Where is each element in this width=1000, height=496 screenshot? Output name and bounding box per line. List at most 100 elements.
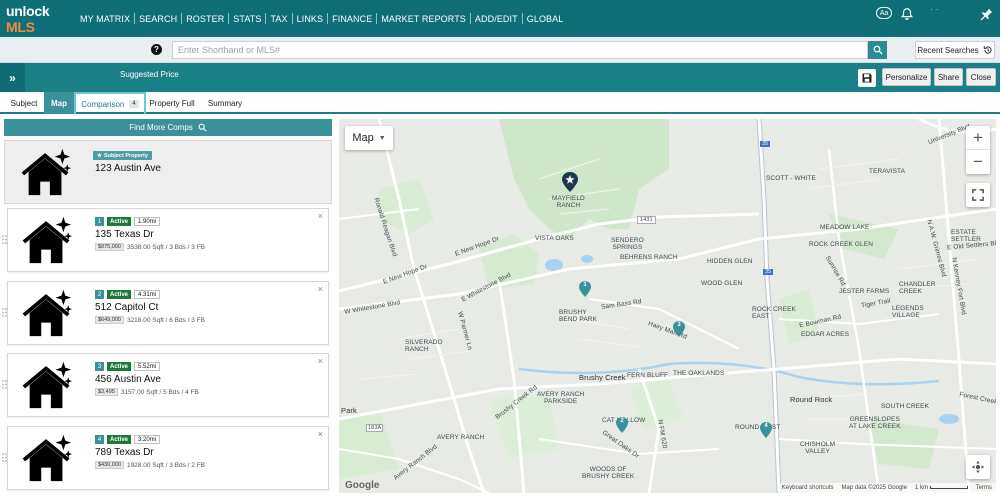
comp-card[interactable]: 2 Active 4.31mi 512 Capitol Ct $649,000 3218.… — [2, 281, 329, 345]
bell-icon[interactable] — [900, 7, 914, 21]
sparkling-house-icon — [21, 359, 74, 411]
nav-item[interactable]: FINANCE — [328, 14, 376, 24]
nav-item[interactable]: MY MATRIX — [76, 14, 134, 24]
status-badge: Active — [107, 217, 132, 226]
drag-handle-icon[interactable] — [2, 235, 7, 244]
page-title: Suggested Price — [120, 70, 179, 79]
drag-handle-icon[interactable] — [2, 453, 7, 462]
price-badge: $3,495 — [95, 388, 118, 396]
map-label-meadow-lake: MEADOW LAKE — [820, 224, 870, 231]
sparkling-house-icon — [21, 287, 74, 339]
comp-details: $875,000 3538.00 Sqft / 3 Bds / 3 FB — [95, 243, 205, 251]
remove-comp-button[interactable]: × — [318, 284, 323, 294]
search-button[interactable] — [868, 41, 887, 59]
comp-map-marker[interactable]: 3 — [673, 321, 685, 337]
map-label-the-oaklands: THE OAKLANDS — [673, 370, 725, 377]
comp-specs: 3157.00 Sqft / 5 Bds / 4 FB — [120, 388, 199, 396]
comp-card[interactable]: 1 Active 1.90mi 135 Texas Dr $875,000 3538.00… — [2, 208, 329, 272]
price-badge: $875,000 — [95, 243, 124, 251]
map-label-brushy-bend-park: BRUSHY BEND PARK — [559, 309, 597, 323]
text-size-button[interactable]: Aa — [876, 7, 892, 19]
comp-specs: 1928.00 Sqft / 3 Bds / 2 FB — [126, 461, 206, 469]
comp-address: 512 Capitol Ct — [95, 302, 159, 313]
nav-item[interactable]: MARKET REPORTS — [377, 14, 470, 24]
tab-subject[interactable]: Subject — [4, 92, 44, 114]
map-label-south-creek: SOUTH CREEK — [881, 403, 930, 410]
comp-card[interactable]: 4 Active 3.20mi 789 Texas Dr $430,000 1928.00… — [2, 426, 329, 490]
distance-badge: 4.31mi — [134, 290, 161, 299]
price-badge: $649,000 — [95, 316, 124, 324]
map-view[interactable]: University Blvd SCOTT - WHITE TERAVISTA … — [339, 119, 996, 493]
logo-text-unlock: unlock — [6, 2, 50, 19]
remove-comp-button[interactable]: × — [318, 429, 323, 439]
comp-specs: 3538.00 Sqft / 3 Bds / 3 FB — [126, 243, 206, 251]
sparkling-house-icon — [21, 432, 74, 484]
tab-summary[interactable]: Summary — [203, 92, 247, 114]
comp-map-marker[interactable]: 1 — [579, 281, 591, 297]
user-menu[interactable]: · · — [930, 4, 939, 14]
nav-item[interactable]: TAX — [266, 14, 291, 24]
comparison-count-badge: 4 — [129, 100, 139, 108]
remove-comp-button[interactable]: × — [318, 356, 323, 366]
subject-property-card[interactable]: ★ Subject Property 123 Austin Ave — [4, 140, 332, 204]
map-label-woods-of-brushy-creek: WOODS OF BRUSHY CREEK — [582, 466, 635, 480]
nav-item[interactable]: SEARCH — [135, 14, 181, 24]
search-icon — [873, 45, 883, 55]
unlock-mls-logo[interactable]: unlock MLS — [6, 3, 76, 35]
drag-handle-icon[interactable] — [2, 380, 7, 389]
map-label-i35-south: 35 — [763, 269, 774, 275]
remove-comp-button[interactable]: × — [318, 211, 323, 221]
comp-details: $3,495 3157.00 Sqft / 5 Bds / 4 FB — [95, 388, 199, 396]
fullscreen-button[interactable] — [966, 183, 990, 207]
map-label-jester-farms: JESTER FARMS — [839, 288, 890, 295]
tab-property-full[interactable]: Property Full — [146, 92, 198, 114]
nav-item[interactable]: ROSTER — [182, 14, 228, 24]
map-label-legends-village: LEGENDS VILLAGE — [892, 305, 924, 319]
pin-icon[interactable] — [980, 7, 994, 21]
nav-item[interactable]: STATS — [229, 14, 265, 24]
nav-item[interactable]: LINKS — [293, 14, 328, 24]
nav-item[interactable]: ADD/EDIT — [471, 14, 522, 24]
tab-comparison[interactable]: Comparison 4 — [74, 92, 146, 114]
map-label-sendero-springs: SENDERO SPRINGS — [611, 237, 644, 251]
map-label-behrens-ranch: BEHRENS RANCH — [620, 254, 678, 261]
map-label-rock-creek-glen: ROCK CREEK GLEN — [809, 241, 873, 248]
subject-star-marker[interactable] — [562, 172, 578, 192]
pegman-button[interactable] — [966, 455, 990, 479]
zoom-in-button[interactable]: + — [966, 126, 990, 150]
subject-badge-label: Subject Property — [103, 152, 148, 159]
recent-searches-button[interactable]: Recent Searches — [915, 41, 995, 59]
save-icon[interactable] — [858, 69, 876, 87]
personalize-button[interactable]: Personalize — [882, 68, 931, 86]
map-type-selector[interactable]: Map ▼ — [345, 126, 393, 150]
nav-item[interactable]: GLOBAL — [523, 14, 568, 24]
share-button[interactable]: Share — [934, 68, 963, 86]
keyboard-shortcuts-link[interactable]: Keyboard shortcuts — [782, 485, 834, 491]
drag-handle-icon[interactable] — [2, 308, 7, 317]
comp-card[interactable]: 3 Active 5.52mi 456 Austin Ave $3,495 3157.00… — [2, 353, 329, 417]
tab-map[interactable]: Map — [44, 92, 74, 114]
map-label-scott-white: SCOTT - WHITE — [766, 175, 816, 182]
expand-sidebar-button[interactable]: » — [0, 63, 25, 92]
comp-details: $430,000 1928.00 Sqft / 3 Bds / 2 FB — [95, 461, 205, 469]
comp-map-marker-label: 3 — [677, 322, 681, 328]
move-arrows-icon — [971, 460, 985, 474]
sparkling-house-icon — [20, 146, 73, 198]
map-label-183a: 183A — [366, 424, 384, 432]
close-button[interactable]: Close — [966, 68, 996, 86]
zoom-out-button[interactable]: − — [966, 150, 990, 174]
comp-details: $649,000 3218.00 Sqft / 6 Bds / 3 FB — [95, 316, 205, 324]
comp-map-marker[interactable]: 4 — [760, 422, 772, 438]
report-tabs: Subject Map Comparison 4 Property Full Su… — [0, 92, 1000, 114]
help-icon[interactable]: ? — [151, 44, 162, 55]
map-label-hidden-glen: HIDDEN GLEN — [707, 258, 753, 265]
terms-link[interactable]: Terms — [976, 485, 992, 491]
subject-property-badge: ★ Subject Property — [93, 151, 152, 160]
comp-map-marker[interactable]: 2 — [616, 417, 628, 433]
shorthand-search-input[interactable] — [172, 41, 868, 59]
recent-searches-label: Recent Searches — [917, 45, 979, 55]
map-label-rock-creek-east: ROCK CREEK EAST — [752, 306, 796, 320]
map-label-chisholm-valley: CHISHOLM VALLEY — [800, 441, 836, 455]
find-more-comps-button[interactable]: Find More Comps — [4, 119, 332, 136]
comp-badges: 2 Active 4.31mi — [95, 290, 161, 299]
